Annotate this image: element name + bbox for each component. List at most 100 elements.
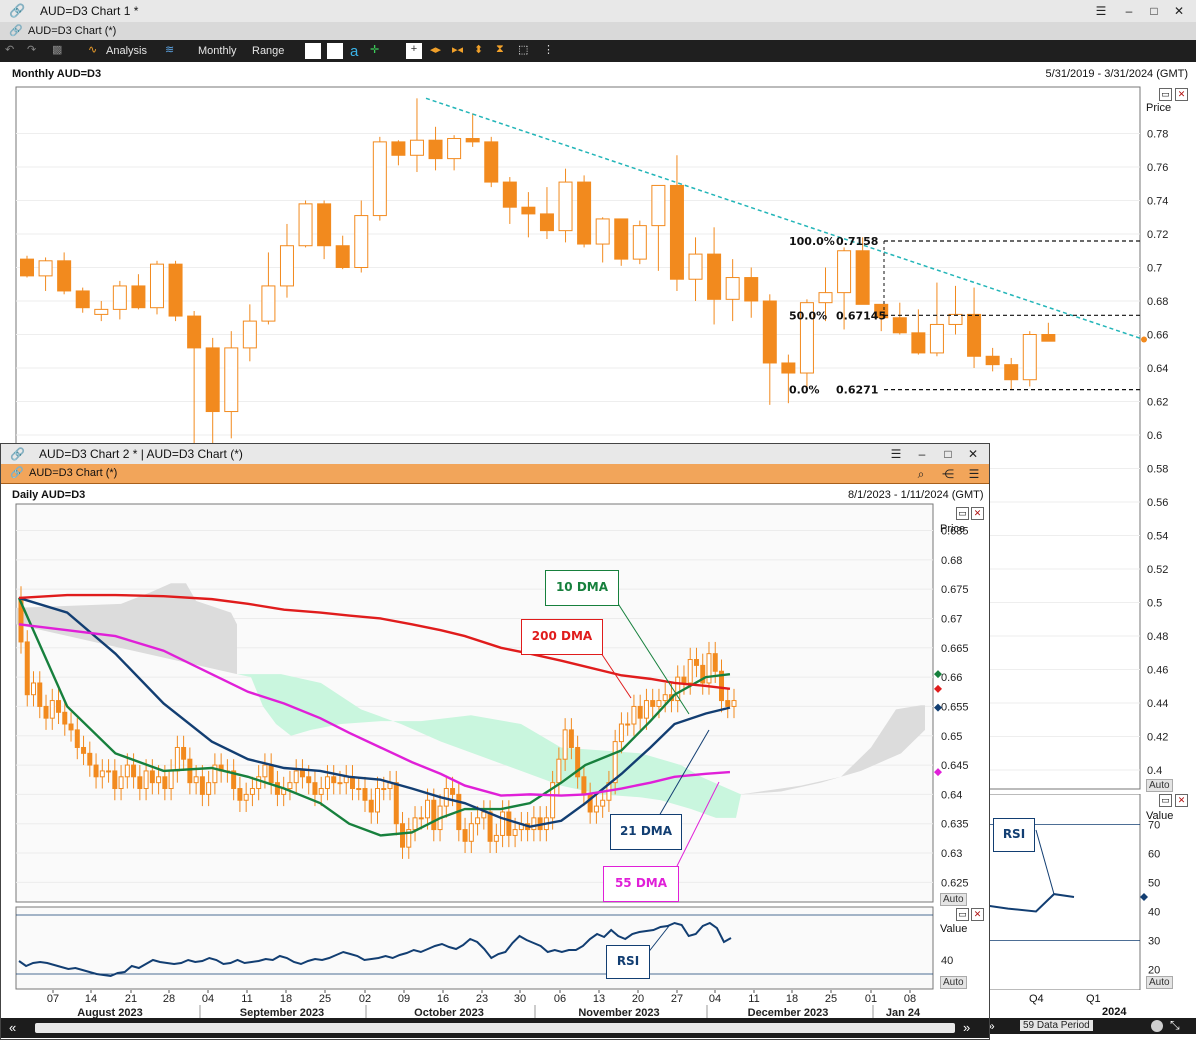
x-tick-label: 18 bbox=[786, 993, 798, 1005]
candle-body bbox=[56, 700, 62, 713]
candle-body bbox=[43, 705, 49, 719]
fib-level-pct: 100.0% bbox=[789, 235, 835, 248]
minimize-button[interactable]: – bbox=[915, 447, 929, 461]
candle-body bbox=[577, 181, 592, 245]
link-icon[interactable]: 🔗 bbox=[9, 24, 23, 37]
y-tick-label: 0.6 bbox=[1147, 430, 1162, 442]
menu-icon[interactable]: ☰ bbox=[889, 447, 903, 461]
compare-icon[interactable] bbox=[327, 43, 343, 59]
close-button[interactable]: ✕ bbox=[966, 447, 980, 461]
y-tick-label: 0.44 bbox=[1147, 698, 1168, 710]
hamburger-icon[interactable]: ☰ bbox=[967, 467, 981, 481]
candle-body bbox=[268, 764, 274, 784]
candle-body bbox=[725, 277, 740, 300]
candle-body bbox=[762, 300, 777, 364]
scroll-thumb[interactable] bbox=[1151, 1020, 1163, 1032]
candle-body bbox=[124, 764, 130, 778]
close-button[interactable]: ✕ bbox=[1172, 4, 1186, 18]
candle-body bbox=[428, 139, 443, 160]
line-chart-icon[interactable] bbox=[305, 43, 321, 59]
more-icon[interactable]: ⋮ bbox=[543, 43, 559, 59]
x-tick-label: 04 bbox=[202, 993, 214, 1005]
daily-plot-area bbox=[15, 503, 934, 903]
interval-icon[interactable]: ≋ bbox=[165, 43, 181, 59]
window1-subbar: 🔗 AUD=D3 Chart (*) bbox=[0, 22, 1196, 41]
daily-chart-title: Daily AUD=D3 bbox=[12, 489, 86, 501]
pan-icon[interactable]: ◂▸ bbox=[430, 43, 446, 59]
zoom-icon[interactable]: ▸◂ bbox=[452, 43, 468, 59]
fib-level-pct: 50.0% bbox=[789, 309, 827, 322]
candle-body bbox=[62, 711, 68, 725]
candle-body bbox=[475, 817, 481, 825]
candle-body bbox=[162, 776, 168, 790]
monthly-rsi-auto-toggle[interactable]: Auto bbox=[1146, 976, 1173, 989]
text-icon[interactable]: a bbox=[350, 43, 366, 60]
candle-body bbox=[393, 782, 399, 825]
candle-body bbox=[20, 258, 34, 277]
analysis-button[interactable]: Analysis bbox=[106, 43, 147, 59]
daily-xaxis: 07 14 21 28 04 11 18 25 02 09 16 23 30 06 13 20 27 04 11 18… bbox=[1, 990, 989, 1018]
menu-icon[interactable]: ☰ bbox=[1094, 4, 1108, 18]
link-icon[interactable]: 🔗 bbox=[10, 447, 25, 461]
y-tick-label: 0.62 bbox=[1147, 397, 1168, 409]
scroll-track[interactable] bbox=[35, 1023, 955, 1033]
crosshair-icon[interactable]: ✛ bbox=[370, 43, 386, 59]
x-tick-label: 02 bbox=[359, 993, 371, 1005]
candle-body bbox=[324, 776, 330, 790]
search-icon[interactable]: ⌕ bbox=[914, 467, 928, 481]
candle-body bbox=[418, 817, 424, 820]
link-icon[interactable]: 🔗 bbox=[9, 3, 25, 19]
candle-body bbox=[818, 292, 833, 304]
undo-icon[interactable]: ↶ bbox=[5, 43, 21, 59]
link-icon[interactable]: 🔗 bbox=[10, 466, 24, 479]
candle-body bbox=[242, 320, 257, 349]
candle-body bbox=[349, 776, 355, 790]
expand-icon[interactable]: ⬍ bbox=[474, 43, 490, 59]
fib-level-value: 0.67145 bbox=[836, 309, 886, 322]
scroll-left-icon[interactable]: « bbox=[9, 1020, 16, 1035]
compress-icon[interactable]: ⧗ bbox=[496, 43, 512, 59]
scroll-end-icon[interactable]: ⤡ bbox=[1170, 1018, 1180, 1033]
candle-body bbox=[206, 782, 212, 795]
interval-button[interactable]: Monthly bbox=[198, 43, 237, 59]
candle-body bbox=[400, 823, 406, 848]
select-icon[interactable]: ⬚ bbox=[518, 43, 534, 59]
candle-body bbox=[929, 323, 944, 354]
y-tick-label: 0.66 bbox=[941, 672, 962, 684]
candle-body bbox=[306, 776, 312, 784]
x-tick-label: 18 bbox=[280, 993, 292, 1005]
x-tick-label: 04 bbox=[709, 993, 721, 1005]
maximize-button[interactable]: □ bbox=[941, 447, 955, 461]
candle-body bbox=[261, 285, 276, 322]
minimize-button[interactable]: – bbox=[1122, 4, 1136, 18]
candle-body bbox=[118, 776, 124, 790]
monthly-scrollbar[interactable]: » 59 Data Period ⤡ bbox=[988, 1018, 1196, 1034]
candle-body bbox=[287, 782, 293, 790]
monthly-date-range: 5/31/2019 - 3/31/2024 (GMT) bbox=[1045, 68, 1188, 80]
analysis-icon[interactable]: ∿ bbox=[88, 43, 104, 59]
candle-body bbox=[94, 308, 109, 315]
fib-level-value: 0.7158 bbox=[836, 235, 878, 248]
share-icon[interactable]: ⋲ bbox=[941, 467, 955, 481]
x-tick-label: 25 bbox=[319, 993, 331, 1005]
range-button[interactable]: Range bbox=[252, 43, 284, 59]
y-tick-label: 0.675 bbox=[941, 584, 969, 596]
candle-body bbox=[632, 225, 647, 260]
candle-body bbox=[279, 245, 294, 287]
x-month-label: Jan 24 bbox=[886, 1007, 921, 1018]
scroll-right-icon[interactable]: » bbox=[963, 1020, 970, 1035]
candle-body bbox=[81, 746, 87, 754]
candle-body bbox=[500, 811, 506, 836]
maximize-button[interactable]: □ bbox=[1147, 4, 1161, 18]
daily-date-range: 8/1/2023 - 1/11/2024 (GMT) bbox=[848, 489, 984, 501]
window2-subtitle: AUD=D3 Chart (*) bbox=[29, 467, 118, 479]
candle-body bbox=[656, 700, 662, 707]
candle-body bbox=[707, 253, 722, 300]
daily-scrollbar[interactable]: « » bbox=[1, 1018, 989, 1038]
camera-icon[interactable]: ▩ bbox=[52, 43, 68, 59]
plus-icon[interactable]: + bbox=[406, 43, 422, 59]
redo-icon[interactable]: ↷ bbox=[27, 43, 43, 59]
daily-rsi-auto-toggle[interactable]: Auto bbox=[940, 976, 967, 989]
y-tick-label: 0.78 bbox=[1147, 129, 1168, 141]
candle-body bbox=[502, 181, 517, 208]
